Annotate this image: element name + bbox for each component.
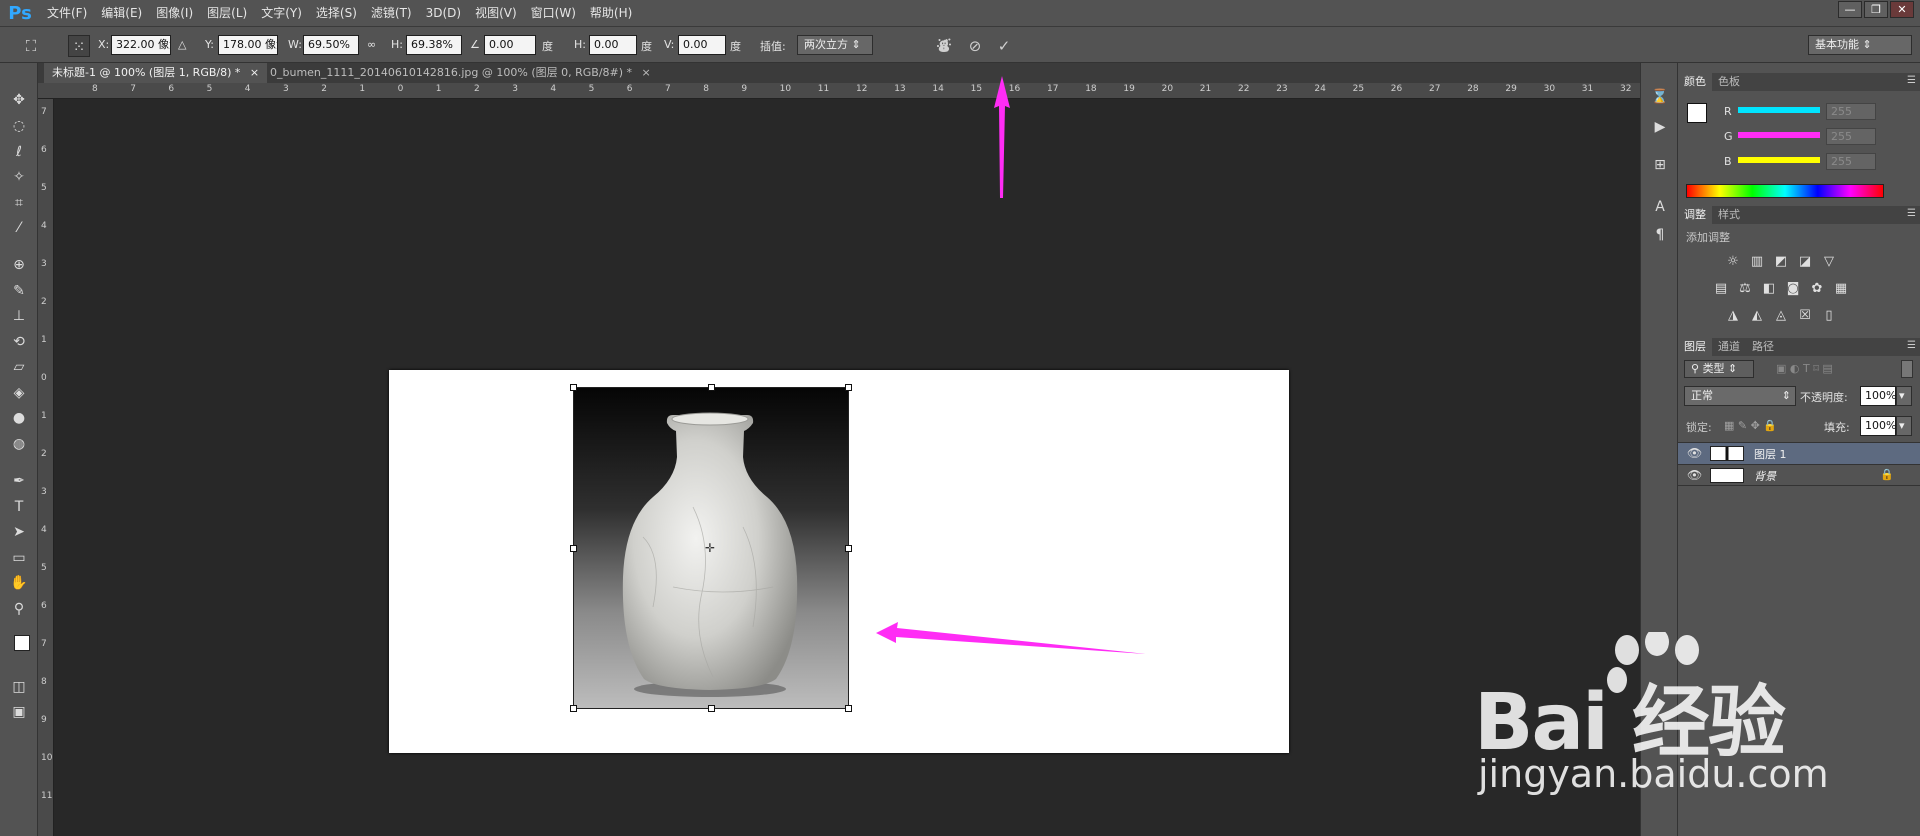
- fg-color-swatch[interactable]: [1687, 103, 1707, 123]
- invert-icon[interactable]: ◮: [1724, 308, 1742, 324]
- layer-row-background[interactable]: 👁 背景 🔒: [1678, 464, 1920, 486]
- panel-menu-icon[interactable]: ☰: [1907, 208, 1916, 219]
- curves-icon[interactable]: ◩: [1772, 254, 1790, 270]
- tab-swatches[interactable]: 色板: [1712, 73, 1746, 91]
- visibility-eye-icon[interactable]: 👁: [1687, 446, 1702, 460]
- threshold-icon[interactable]: ◬: [1772, 308, 1790, 324]
- properties-panel-icon[interactable]: ⊞: [1650, 155, 1670, 175]
- layer-name[interactable]: 背景: [1754, 468, 1776, 484]
- add-adjustment-title: 添加调整: [1686, 231, 1730, 244]
- filter-toggle[interactable]: [1901, 360, 1913, 378]
- color-panel-tabs: 颜色 色板 ☰: [1678, 73, 1920, 91]
- paragraph-panel-icon[interactable]: ¶: [1650, 225, 1670, 245]
- channel-b-slider[interactable]: [1738, 157, 1820, 163]
- tab-layers[interactable]: 图层: [1678, 338, 1712, 356]
- arrow-left-to-layer: [876, 622, 1146, 654]
- character-panel-icon[interactable]: A: [1650, 197, 1670, 217]
- tab-color[interactable]: 颜色: [1678, 73, 1712, 91]
- channel-g-value[interactable]: 255: [1826, 128, 1876, 145]
- lock-icons[interactable]: ▦ ✎ ✥ 🔒: [1724, 419, 1777, 432]
- layer-name[interactable]: 图层 1: [1754, 446, 1787, 462]
- opacity-dropdown[interactable]: ▾: [1896, 386, 1912, 406]
- selective-color-icon[interactable]: ☒: [1796, 308, 1814, 324]
- vibrance-icon[interactable]: ▽: [1820, 254, 1838, 270]
- black-white-icon[interactable]: ◧: [1760, 281, 1778, 297]
- fill-dropdown[interactable]: ▾: [1896, 416, 1912, 436]
- posterize-icon[interactable]: ◭: [1748, 308, 1766, 324]
- fill-label: 填充:: [1824, 421, 1850, 434]
- panel-menu-icon[interactable]: ☰: [1907, 340, 1916, 351]
- channel-g-label: G: [1724, 130, 1733, 143]
- layer-thumbnail: [1710, 446, 1744, 461]
- hue-saturation-icon[interactable]: ▤: [1712, 281, 1730, 297]
- photo-filter-icon[interactable]: ◙: [1784, 281, 1802, 297]
- channel-b-value[interactable]: 255: [1826, 153, 1876, 170]
- channel-g-slider[interactable]: [1738, 132, 1820, 138]
- channel-mixer-icon[interactable]: ✿: [1808, 281, 1826, 297]
- adjustments-panel-tabs: 调整 样式 ☰: [1678, 206, 1920, 224]
- tab-styles[interactable]: 样式: [1712, 206, 1746, 224]
- lock-icon: 🔒: [1880, 468, 1894, 481]
- levels-icon[interactable]: ▥: [1748, 254, 1766, 270]
- tab-channels[interactable]: 通道: [1712, 338, 1746, 356]
- layer-filter-select[interactable]: ⚲ 类型 ⇕: [1684, 360, 1754, 378]
- tab-paths[interactable]: 路径: [1746, 338, 1780, 356]
- exposure-icon[interactable]: ◪: [1796, 254, 1814, 270]
- panel-menu-icon[interactable]: ☰: [1907, 75, 1916, 86]
- brightness-icon[interactable]: ☼: [1724, 254, 1742, 270]
- arrow-up-to-commit: [994, 76, 1010, 198]
- opacity-field[interactable]: 100%: [1860, 386, 1896, 406]
- color-balance-icon[interactable]: ⚖: [1736, 281, 1754, 297]
- color-lookup-icon[interactable]: ▦: [1832, 281, 1850, 297]
- opacity-label: 不透明度:: [1800, 391, 1848, 404]
- blend-mode-select[interactable]: 正常 ⇕: [1684, 386, 1796, 406]
- channel-r-value[interactable]: 255: [1826, 103, 1876, 120]
- lock-label: 锁定:: [1686, 421, 1712, 434]
- fill-field[interactable]: 100%: [1860, 416, 1896, 436]
- actions-panel-icon[interactable]: ▶: [1650, 117, 1670, 137]
- tab-adjustments[interactable]: 调整: [1678, 206, 1712, 224]
- history-panel-icon[interactable]: ⌛: [1650, 87, 1670, 107]
- layer-filter-icons[interactable]: ▣ ◐ T ⌑ ▤: [1776, 362, 1833, 375]
- channel-b-label: B: [1724, 155, 1732, 168]
- channel-r-slider[interactable]: [1738, 107, 1820, 113]
- channel-r-label: R: [1724, 105, 1732, 118]
- visibility-eye-icon[interactable]: 👁: [1687, 468, 1702, 482]
- gradient-map-icon[interactable]: ▯: [1820, 308, 1838, 324]
- color-spectrum-bar[interactable]: [1686, 184, 1884, 198]
- layer-row-layer-1[interactable]: 👁 图层 1: [1678, 442, 1920, 464]
- baidu-watermark-url: jingyan.baidu.com: [1478, 752, 1829, 796]
- layers-panel-tabs: 图层 通道 路径 ☰: [1678, 338, 1920, 356]
- layer-thumbnail: [1710, 468, 1744, 483]
